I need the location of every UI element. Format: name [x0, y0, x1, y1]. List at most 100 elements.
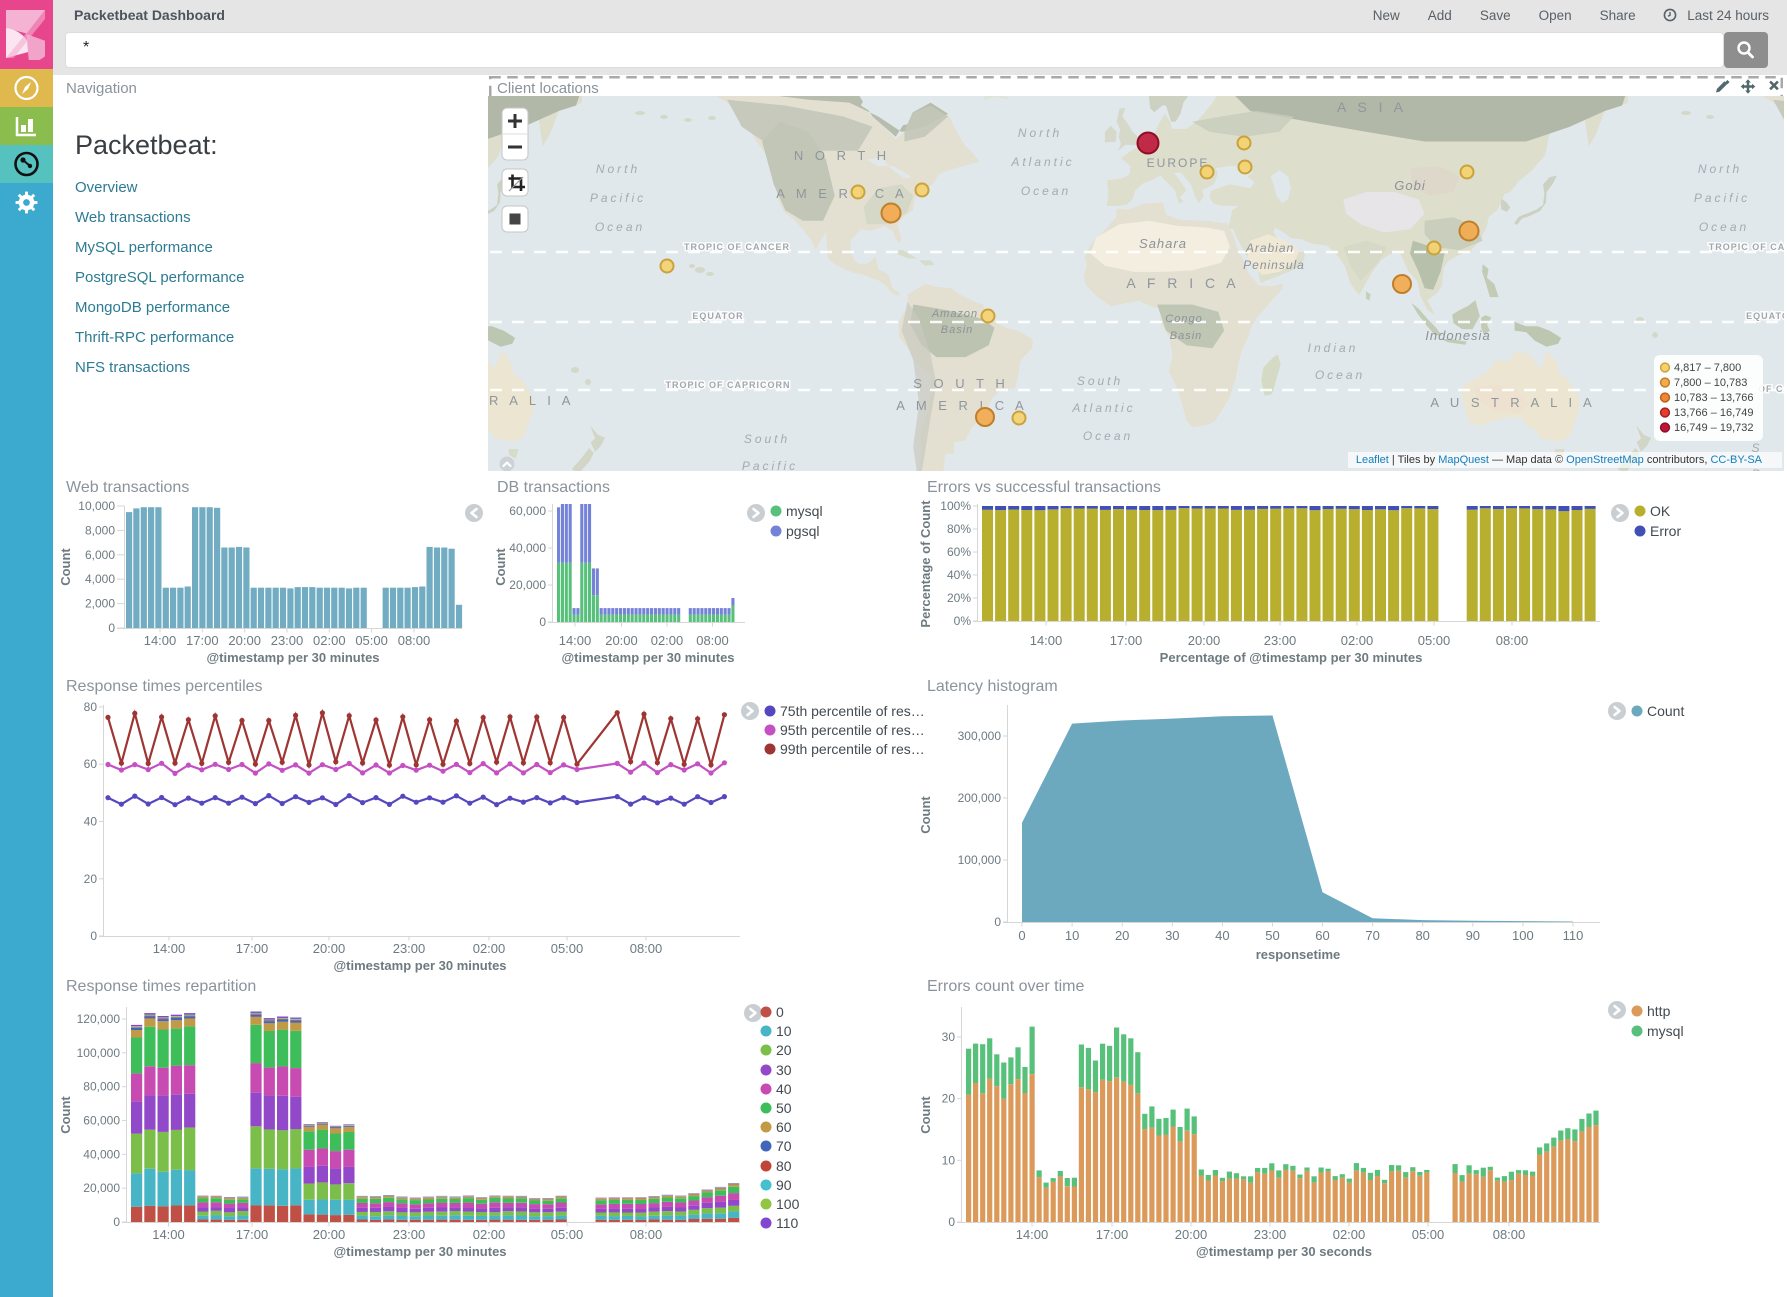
svg-text:23:00: 23:00 — [271, 633, 304, 648]
svg-text:14:00: 14:00 — [1030, 633, 1063, 648]
svg-text:0: 0 — [113, 1215, 120, 1229]
svg-text:40: 40 — [84, 815, 98, 829]
svg-text:23:00: 23:00 — [393, 941, 426, 956]
svg-text:30: 30 — [942, 1030, 956, 1044]
svg-text:02:00: 02:00 — [1333, 1227, 1366, 1242]
svg-text:100,000: 100,000 — [77, 1046, 121, 1060]
svg-text:@timestamp per 30 minutes: @timestamp per 30 minutes — [333, 1244, 506, 1259]
svg-text:20: 20 — [776, 1042, 792, 1058]
svg-text:40%: 40% — [947, 568, 971, 582]
svg-text:95th percentile of res…: 95th percentile of res… — [780, 722, 925, 738]
svg-text:60: 60 — [84, 757, 98, 771]
svg-text:0: 0 — [994, 915, 1001, 929]
svg-text:90: 90 — [1466, 928, 1480, 943]
svg-text:40: 40 — [1215, 928, 1229, 943]
svg-text:0: 0 — [948, 1215, 955, 1229]
svg-text:20:00: 20:00 — [1175, 1227, 1208, 1242]
svg-text:23:00: 23:00 — [393, 1227, 426, 1242]
svg-text:05:00: 05:00 — [1418, 633, 1451, 648]
svg-text:@timestamp per 30 seconds: @timestamp per 30 seconds — [1196, 1244, 1372, 1259]
svg-text:Web transactions: Web transactions — [66, 479, 189, 496]
svg-text:02:00: 02:00 — [473, 941, 506, 956]
svg-text:17:00: 17:00 — [186, 633, 219, 648]
svg-text:20:00: 20:00 — [228, 633, 261, 648]
svg-text:20:00: 20:00 — [313, 1227, 346, 1242]
svg-text:10: 10 — [942, 1153, 956, 1167]
svg-text:110: 110 — [1563, 928, 1584, 943]
svg-text:30: 30 — [1165, 928, 1179, 943]
svg-text:40,000: 40,000 — [509, 541, 546, 555]
svg-text:60,000: 60,000 — [83, 1114, 120, 1128]
svg-text:08:00: 08:00 — [398, 633, 431, 648]
svg-text:Error: Error — [1650, 523, 1681, 539]
svg-text:2,000: 2,000 — [85, 597, 115, 611]
svg-text:14:00: 14:00 — [152, 1227, 185, 1242]
svg-text:Count: Count — [918, 796, 933, 834]
svg-text:100%: 100% — [940, 499, 971, 513]
svg-text:20: 20 — [1115, 928, 1129, 943]
svg-text:mysql: mysql — [786, 503, 823, 519]
svg-text:08:00: 08:00 — [696, 633, 729, 648]
svg-text:0%: 0% — [954, 614, 972, 628]
svg-text:14:00: 14:00 — [559, 633, 592, 648]
svg-text:10: 10 — [1065, 928, 1079, 943]
svg-text:300,000: 300,000 — [958, 729, 1002, 743]
svg-text:70: 70 — [776, 1138, 792, 1154]
svg-text:10: 10 — [776, 1023, 792, 1039]
svg-text:02:00: 02:00 — [651, 633, 684, 648]
svg-text:80%: 80% — [947, 522, 971, 536]
svg-text:20:00: 20:00 — [313, 941, 346, 956]
svg-text:20: 20 — [942, 1092, 956, 1106]
svg-text:100: 100 — [776, 1196, 800, 1212]
svg-text:100: 100 — [1512, 928, 1534, 943]
svg-text:08:00: 08:00 — [1493, 1227, 1526, 1242]
svg-text:20,000: 20,000 — [83, 1181, 120, 1195]
svg-text:17:00: 17:00 — [236, 941, 269, 956]
svg-text:200,000: 200,000 — [958, 791, 1002, 805]
svg-text:60: 60 — [776, 1119, 792, 1135]
svg-text:14:00: 14:00 — [1016, 1227, 1049, 1242]
svg-text:0: 0 — [90, 929, 97, 943]
svg-text:14:00: 14:00 — [144, 633, 177, 648]
svg-text:@timestamp per 30 minutes: @timestamp per 30 minutes — [333, 958, 506, 973]
svg-text:Count: Count — [493, 548, 508, 586]
svg-text:99th percentile of res…: 99th percentile of res… — [780, 741, 925, 757]
svg-text:02:00: 02:00 — [473, 1227, 506, 1242]
svg-text:60: 60 — [1315, 928, 1329, 943]
svg-text:80: 80 — [84, 700, 98, 714]
svg-text:60%: 60% — [947, 545, 971, 559]
svg-text:60,000: 60,000 — [509, 504, 546, 518]
svg-text:23:00: 23:00 — [1264, 633, 1297, 648]
svg-text:@timestamp per 30 minutes: @timestamp per 30 minutes — [206, 650, 379, 665]
svg-text:20: 20 — [84, 872, 98, 886]
svg-text:20%: 20% — [947, 591, 971, 605]
svg-text:80: 80 — [776, 1158, 792, 1174]
svg-text:20,000: 20,000 — [509, 578, 546, 592]
svg-text:14:00: 14:00 — [153, 941, 186, 956]
svg-text:80: 80 — [1415, 928, 1429, 943]
svg-text:Errors vs successful transacti: Errors vs successful transactions — [927, 479, 1161, 496]
svg-text:08:00: 08:00 — [1496, 633, 1529, 648]
svg-text:02:00: 02:00 — [313, 633, 346, 648]
svg-text:05:00: 05:00 — [1412, 1227, 1445, 1242]
svg-text:0: 0 — [539, 615, 546, 629]
svg-text:mysql: mysql — [1647, 1023, 1684, 1039]
svg-text:6,000: 6,000 — [85, 548, 115, 562]
svg-text:50: 50 — [776, 1100, 792, 1116]
svg-text:4,000: 4,000 — [85, 572, 115, 586]
svg-text:17:00: 17:00 — [236, 1227, 269, 1242]
svg-text:Percentage of @timestamp per 3: Percentage of @timestamp per 30 minutes — [1160, 650, 1423, 665]
svg-text:Count: Count — [58, 548, 73, 586]
svg-text:75th percentile of res…: 75th percentile of res… — [780, 703, 925, 719]
svg-text:0: 0 — [1018, 928, 1025, 943]
svg-text:90: 90 — [776, 1177, 792, 1193]
svg-text:@timestamp per 30 minutes: @timestamp per 30 minutes — [561, 650, 734, 665]
svg-text:08:00: 08:00 — [630, 1227, 663, 1242]
svg-text:70: 70 — [1365, 928, 1379, 943]
svg-text:120,000: 120,000 — [77, 1012, 121, 1026]
svg-text:17:00: 17:00 — [1110, 633, 1143, 648]
svg-text:05:00: 05:00 — [551, 941, 584, 956]
svg-text:40: 40 — [776, 1081, 792, 1097]
svg-text:08:00: 08:00 — [630, 941, 663, 956]
svg-text:Count: Count — [918, 1096, 933, 1134]
